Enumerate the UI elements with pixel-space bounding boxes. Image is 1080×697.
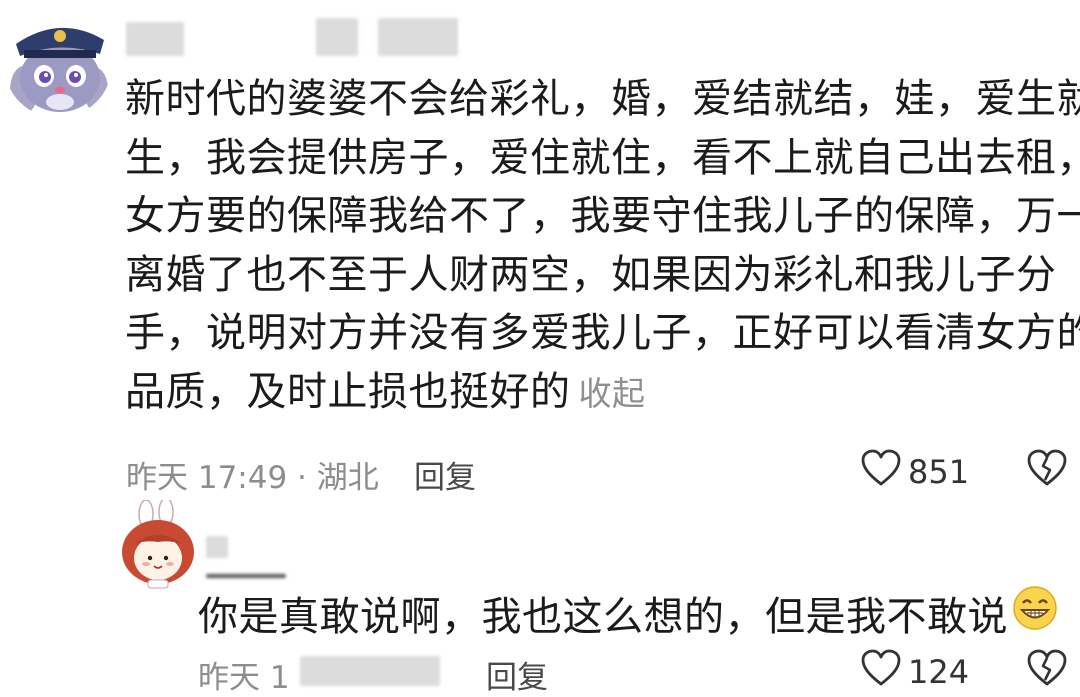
- broken-heart-icon: [1026, 448, 1068, 496]
- username-redacted-3: [378, 18, 458, 56]
- reply-username-underline: [206, 574, 286, 578]
- reply-button[interactable]: 回复: [414, 452, 476, 497]
- reply-like-count: 124: [908, 653, 970, 691]
- bunny-girl-avatar-icon: [122, 497, 194, 589]
- reply-like-button[interactable]: 124: [860, 648, 969, 696]
- reply-text: 你是真敢说啊，我也这么想的，但是我不敢说: [198, 594, 1008, 640]
- reply-reply-button[interactable]: 回复: [486, 652, 548, 697]
- comment-line: 新时代的婆婆不会给彩礼，婚，爱结就结，娃，爱生就: [125, 76, 1080, 122]
- heart-outline-icon: [860, 648, 902, 696]
- collapse-button[interactable]: 收起: [579, 374, 646, 413]
- username-redacted-1: [126, 22, 184, 56]
- comment-meta: 昨天 17:49 · 湖北: [126, 460, 379, 496]
- comment-line-last: 品质，及时止损也挺好的 收起: [125, 363, 1055, 424]
- bunny-police-avatar-icon: [4, 10, 112, 118]
- dislike-button[interactable]: [1026, 448, 1068, 496]
- comment-line: 品质，及时止损也挺好的: [125, 368, 571, 415]
- username-redacted-2: [316, 18, 358, 56]
- replier-avatar[interactable]: [120, 497, 196, 590]
- commenter-avatar[interactable]: [4, 10, 112, 118]
- like-count: 851: [908, 453, 970, 491]
- comment-line: 生，我会提供房子，爱住就住，看不上就自己出去租，: [125, 134, 1080, 181]
- like-button[interactable]: 851: [860, 448, 969, 496]
- comment-line: 离婚了也不至于人财两空，如果因为彩礼和我儿子分: [125, 251, 1057, 298]
- reply-meta-redacted: [300, 656, 440, 686]
- broken-heart-icon: [1026, 648, 1068, 696]
- reply-meta: 昨天 1: [198, 660, 290, 696]
- comment-line: 手，说明对方并没有多爱我儿子，正好可以看清女方的: [125, 310, 1080, 356]
- reply-body: 你是真敢说啊，我也这么想的，但是我不敢说: [198, 584, 1058, 642]
- reply-username-redacted: [206, 536, 228, 558]
- reply-dislike-button[interactable]: [1026, 648, 1068, 696]
- heart-outline-icon: [860, 448, 902, 496]
- grinning-emoji-icon: [1012, 585, 1058, 641]
- comment-line: 女方要的保障我给不了，我要守住我儿子的保障，万一: [125, 193, 1080, 239]
- comment-body: 新时代的婆婆不会给彩礼，婚，爱结就结，娃，爱生就 生，我会提供房子，爱住就住，看…: [125, 70, 1080, 424]
